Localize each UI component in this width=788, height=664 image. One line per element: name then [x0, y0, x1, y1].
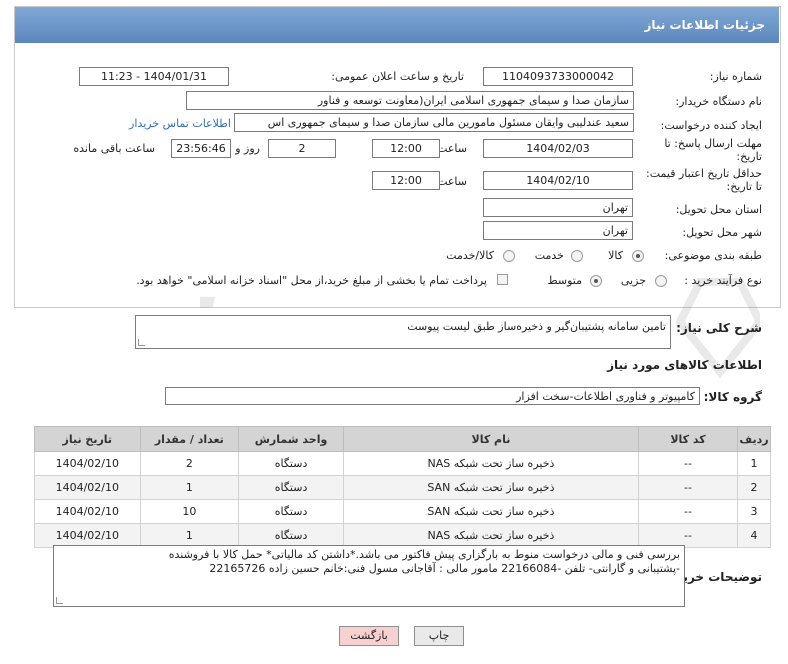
panel-header: جزئیات اطلاعات نیاز — [15, 7, 779, 43]
table-row: 2 -- ذخیره ساز تحت شبکه SAN دستگاه 1 140… — [34, 475, 771, 500]
description-label: شرح کلی نیاز: — [676, 321, 762, 335]
cell-quantity: 2 — [139, 451, 240, 476]
requester-label: ایجاد کننده درخواست: — [660, 119, 762, 132]
cell-item-code: -- — [637, 451, 739, 476]
description-field: تامین سامانه پشتیبان‌گیر و ذخیره‌ساز طبق… — [135, 315, 671, 349]
buyer-notes-line-2: -پشتیبانی و گارانتی- تلفن -22166084 مامو… — [209, 562, 680, 575]
goods-table: ردیف کد کالا نام کالا واحد شمارش تعداد /… — [34, 426, 771, 548]
requester-field: سعید عندلیبی وایقان مسئول مامورین مالی س… — [234, 113, 634, 132]
category-radio-goods-service[interactable] — [503, 250, 515, 262]
print-button[interactable]: چاپ — [414, 626, 464, 646]
cell-row-number: 4 — [737, 523, 771, 548]
purchase-type-label: نوع فرآیند خرید : — [684, 274, 762, 287]
cell-item-code: -- — [637, 475, 739, 500]
category-option-goods-service: کالا/خدمت — [446, 249, 494, 262]
reply-deadline-label-2: تاریخ: — [736, 150, 762, 163]
reply-days-field: 2 — [268, 139, 336, 158]
announce-date-field: 1404/01/31 - 11:23 — [79, 67, 229, 86]
col-header-item-name: نام کالا — [342, 426, 639, 452]
cell-quantity: 1 — [139, 475, 240, 500]
price-validity-label-2: تا تاریخ: — [726, 180, 762, 193]
city-field: تهران — [483, 221, 633, 240]
goods-table-header-row: ردیف کد کالا نام کالا واحد شمارش تعداد /… — [34, 426, 771, 452]
category-label: طبقه بندی موضوعی: — [664, 249, 762, 262]
province-field: تهران — [483, 198, 633, 217]
goods-group-label: گروه کالا: — [703, 390, 762, 404]
purchase-radio-medium[interactable] — [590, 275, 602, 287]
buyer-org-field: سازمان صدا و سیمای جمهوری اسلامی ایران(م… — [186, 91, 634, 110]
goods-group-field: کامپیوتر و فناوری اطلاعات-سخت افزار — [165, 387, 700, 405]
cell-item-name: ذخیره ساز تحت شبکه SAN — [342, 475, 639, 500]
cell-unit: دستگاه — [238, 451, 344, 476]
cell-row-number: 3 — [737, 499, 771, 524]
province-label: استان محل تحویل: — [675, 203, 762, 216]
purchase-option-minor: جزیی — [620, 274, 646, 287]
reply-time-field: 12:00 — [372, 139, 440, 158]
cell-need-date: 1404/02/10 — [34, 451, 141, 476]
cell-item-name: ذخیره ساز تحت شبکه SAN — [342, 499, 639, 524]
panel-title: جزئیات اطلاعات نیاز — [644, 18, 765, 32]
category-option-goods: کالا — [608, 249, 623, 262]
reply-time-label: ساعت — [437, 142, 467, 155]
cell-item-name: ذخیره ساز تحت شبکه NAS — [342, 451, 639, 476]
category-radio-service[interactable] — [571, 250, 583, 262]
need-number-label: شماره نیاز: — [709, 70, 762, 83]
table-row: 1 -- ذخیره ساز تحت شبکه NAS دستگاه 2 140… — [34, 451, 771, 476]
cell-need-date: 1404/02/10 — [34, 499, 141, 524]
cell-unit: دستگاه — [238, 475, 344, 500]
price-validity-time-label: ساعت — [437, 175, 467, 188]
cell-unit: دستگاه — [238, 523, 344, 548]
col-header-unit: واحد شمارش — [238, 426, 344, 452]
announce-date-label: تاریخ و ساعت اعلان عمومی: — [331, 70, 464, 83]
table-row: 3 -- ذخیره ساز تحت شبکه SAN دستگاه 10 14… — [34, 499, 771, 524]
city-label: شهر محل تحویل: — [682, 226, 762, 239]
cell-quantity: 1 — [139, 523, 240, 548]
purchase-radio-minor[interactable] — [655, 275, 667, 287]
cell-item-name: ذخیره ساز تحت شبکه NAS — [342, 523, 639, 548]
cell-unit: دستگاه — [238, 499, 344, 524]
days-label: روز و — [235, 142, 260, 155]
need-number-field: 1104093733000042 — [483, 67, 633, 86]
buyer-notes-resize-handle[interactable] — [56, 597, 63, 604]
description-resize-handle[interactable] — [138, 339, 145, 346]
cell-item-code: -- — [637, 523, 739, 548]
buyer-notes-line-1: بررسی فنی و مالی درخواست منوط به بارگزار… — [168, 548, 680, 561]
cell-row-number: 2 — [737, 475, 771, 500]
remaining-label: ساعت باقی مانده — [73, 142, 155, 155]
col-header-need-date: تاریخ نیاز — [34, 426, 141, 452]
reply-date-field: 1404/02/03 — [483, 139, 633, 158]
cell-need-date: 1404/02/10 — [34, 523, 141, 548]
category-option-service: خدمت — [534, 249, 564, 262]
treasury-payment-note: پرداخت تمام یا بخشی از مبلغ خرید،از محل … — [136, 274, 487, 287]
table-row: 4 -- ذخیره ساز تحت شبکه NAS دستگاه 1 140… — [34, 523, 771, 548]
remaining-time-field: 23:56:46 — [171, 139, 231, 158]
buyer-org-label: نام دستگاه خریدار: — [675, 95, 762, 108]
cell-row-number: 1 — [737, 451, 771, 476]
price-validity-date-field: 1404/02/10 — [483, 171, 633, 190]
buyer-contact-link[interactable]: اطلاعات تماس خریدار — [129, 117, 231, 130]
reply-deadline-label-1: مهلت ارسال پاسخ: تا — [664, 137, 762, 150]
col-header-item-code: کد کالا — [637, 426, 739, 452]
category-radio-goods[interactable] — [632, 250, 644, 262]
cell-need-date: 1404/02/10 — [34, 475, 141, 500]
col-header-row-number: ردیف — [737, 426, 771, 452]
back-button[interactable]: بازگشت — [339, 626, 399, 646]
goods-section-title: اطلاعات کالاهای مورد نیاز — [607, 358, 762, 372]
col-header-quantity: تعداد / مقدار — [139, 426, 240, 452]
description-text: تامین سامانه پشتیبان‌گیر و ذخیره‌ساز طبق… — [407, 320, 666, 333]
price-validity-label-1: حداقل تاریخ اعتبار قیمت: — [646, 167, 762, 180]
cell-quantity: 10 — [139, 499, 240, 524]
purchase-option-medium: متوسط — [547, 274, 582, 287]
cell-item-code: -- — [637, 499, 739, 524]
buyer-notes-field: بررسی فنی و مالی درخواست منوط به بارگزار… — [53, 545, 685, 607]
price-validity-time-field: 12:00 — [372, 171, 440, 190]
need-details-page: جزئیات اطلاعات نیاز AriaTender.neT شماره… — [0, 0, 788, 664]
treasury-payment-checkbox[interactable] — [497, 274, 508, 285]
